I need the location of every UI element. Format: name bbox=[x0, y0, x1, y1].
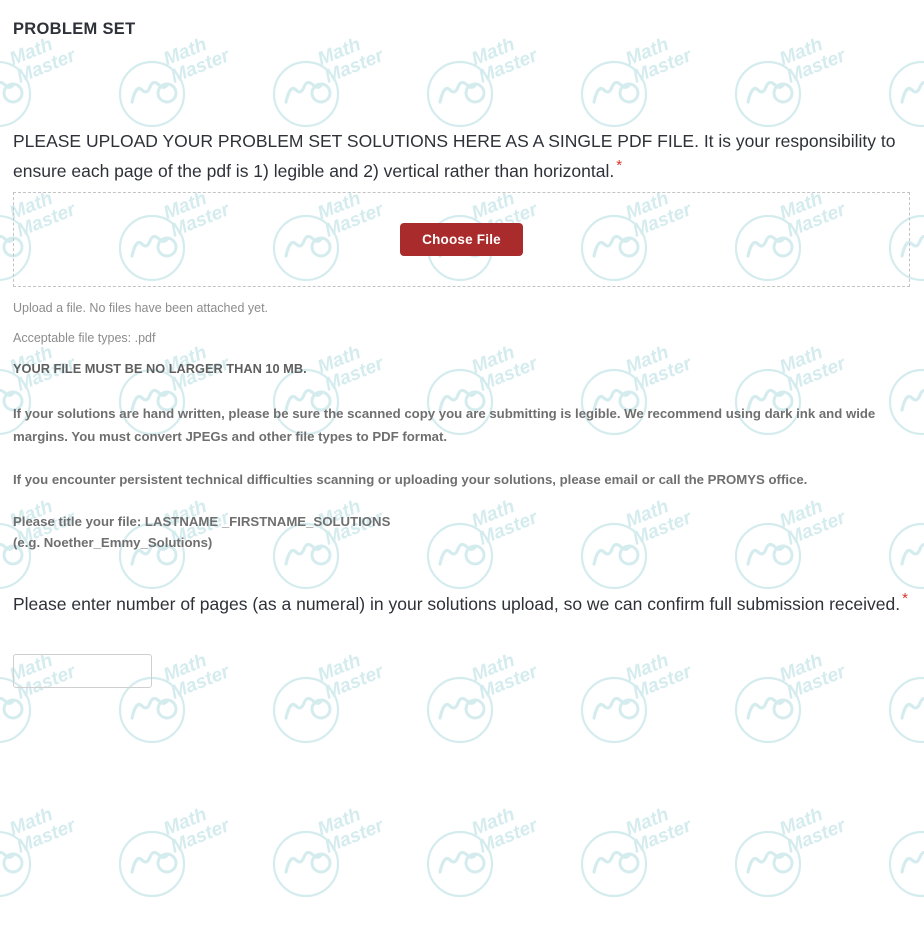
upload-question-heading-text: PLEASE UPLOAD YOUR PROBLEM SET SOLUTIONS… bbox=[13, 131, 896, 181]
upload-status-text: Upload a file. No files have been attach… bbox=[13, 301, 269, 315]
watermark-tile: MathMaster bbox=[260, 0, 414, 24]
svg-text:Math: Math bbox=[623, 650, 672, 686]
accepted-file-types-text: Acceptable file types: .pdf bbox=[13, 331, 156, 345]
watermark-tile: MathMaster bbox=[414, 0, 568, 24]
svg-text:Master: Master bbox=[784, 45, 850, 88]
svg-text:Math: Math bbox=[623, 804, 672, 840]
choose-file-button[interactable]: Choose File bbox=[400, 222, 523, 257]
required-asterisk-pages: * bbox=[902, 590, 908, 608]
svg-text:Math: Math bbox=[7, 804, 56, 840]
svg-text:Master: Master bbox=[784, 661, 850, 704]
svg-text:Math: Math bbox=[7, 34, 56, 70]
svg-text:Master: Master bbox=[476, 45, 542, 88]
watermark-tile: MathMaster bbox=[414, 640, 568, 794]
watermark-tile: MathMaster bbox=[568, 794, 722, 948]
svg-text:Master: Master bbox=[630, 661, 696, 704]
number-of-pages-input[interactable] bbox=[13, 654, 152, 688]
svg-text:Master: Master bbox=[630, 353, 696, 396]
svg-text:Math: Math bbox=[469, 342, 518, 378]
filename-instruction-line-1: Please title your file: LASTNAME _FIRSTN… bbox=[13, 514, 391, 529]
svg-text:Math: Math bbox=[315, 804, 364, 840]
svg-text:Master: Master bbox=[14, 815, 80, 858]
svg-text:Math: Math bbox=[777, 650, 826, 686]
svg-text:Math: Math bbox=[315, 342, 364, 378]
svg-text:Math: Math bbox=[469, 650, 518, 686]
watermark-tile: MathMaster bbox=[260, 640, 414, 794]
watermark-tile: MathMaster bbox=[876, 0, 924, 24]
upload-question-block: PLEASE UPLOAD YOUR PROBLEM SET SOLUTIONS… bbox=[13, 126, 912, 186]
svg-text:Math: Math bbox=[777, 804, 826, 840]
svg-text:Math: Math bbox=[315, 650, 364, 686]
svg-text:Master: Master bbox=[168, 815, 234, 858]
svg-text:Master: Master bbox=[322, 815, 388, 858]
svg-text:Math: Math bbox=[315, 34, 364, 70]
watermark-tile: MathMaster bbox=[260, 794, 414, 948]
svg-text:Math: Math bbox=[469, 804, 518, 840]
svg-text:Master: Master bbox=[322, 45, 388, 88]
pages-question-heading-text: Please enter number of pages (as a numer… bbox=[13, 594, 901, 614]
watermark-tile: MathMaster bbox=[722, 794, 876, 948]
svg-text:Master: Master bbox=[476, 353, 542, 396]
watermark-tile: MathMaster bbox=[568, 640, 722, 794]
pages-question-heading: Please enter number of pages (as a numer… bbox=[13, 589, 912, 619]
page-title: PROBLEM SET bbox=[13, 20, 136, 38]
svg-text:Math: Math bbox=[777, 342, 826, 378]
file-size-limit-text: YOUR FILE MUST BE NO LARGER THAN 10 MB. bbox=[13, 361, 307, 376]
svg-text:Master: Master bbox=[630, 45, 696, 88]
watermark-tile: MathMaster bbox=[0, 794, 106, 948]
watermark-tile: MathMaster bbox=[722, 0, 876, 24]
watermark-tile: MathMaster bbox=[722, 640, 876, 794]
svg-text:Master: Master bbox=[784, 815, 850, 858]
svg-text:Master: Master bbox=[168, 45, 234, 88]
watermark-tile: MathMaster bbox=[106, 794, 260, 948]
svg-text:Math: Math bbox=[161, 34, 210, 70]
svg-text:Master: Master bbox=[476, 661, 542, 704]
svg-text:Master: Master bbox=[168, 661, 234, 704]
svg-text:Master: Master bbox=[322, 353, 388, 396]
watermark-tile: MathMaster bbox=[414, 794, 568, 948]
svg-text:Master: Master bbox=[476, 815, 542, 858]
svg-text:Master: Master bbox=[322, 661, 388, 704]
watermark-tile: MathMaster bbox=[876, 794, 924, 948]
watermark-tile: MathMaster bbox=[568, 0, 722, 24]
handwriting-guidance-paragraph: If your solutions are hand written, plea… bbox=[13, 406, 876, 444]
filename-instruction-line-2: (e.g. Noether_Emmy_Solutions) bbox=[13, 535, 213, 550]
technical-difficulties-paragraph: If you encounter persistent technical di… bbox=[13, 472, 808, 487]
upload-question-heading: PLEASE UPLOAD YOUR PROBLEM SET SOLUTIONS… bbox=[13, 126, 912, 186]
svg-text:Math: Math bbox=[623, 342, 672, 378]
svg-text:Math: Math bbox=[623, 34, 672, 70]
required-asterisk: * bbox=[616, 157, 623, 175]
svg-text:Master: Master bbox=[784, 353, 850, 396]
svg-text:Math: Math bbox=[161, 804, 210, 840]
svg-text:Master: Master bbox=[630, 815, 696, 858]
svg-text:Math: Math bbox=[469, 34, 518, 70]
watermark-tile: MathMaster bbox=[876, 640, 924, 794]
file-dropzone[interactable]: Choose File bbox=[13, 192, 910, 287]
svg-text:Math: Math bbox=[161, 650, 210, 686]
svg-text:Master: Master bbox=[14, 45, 80, 88]
pages-question-block: Please enter number of pages (as a numer… bbox=[13, 589, 912, 619]
svg-text:Math: Math bbox=[777, 34, 826, 70]
